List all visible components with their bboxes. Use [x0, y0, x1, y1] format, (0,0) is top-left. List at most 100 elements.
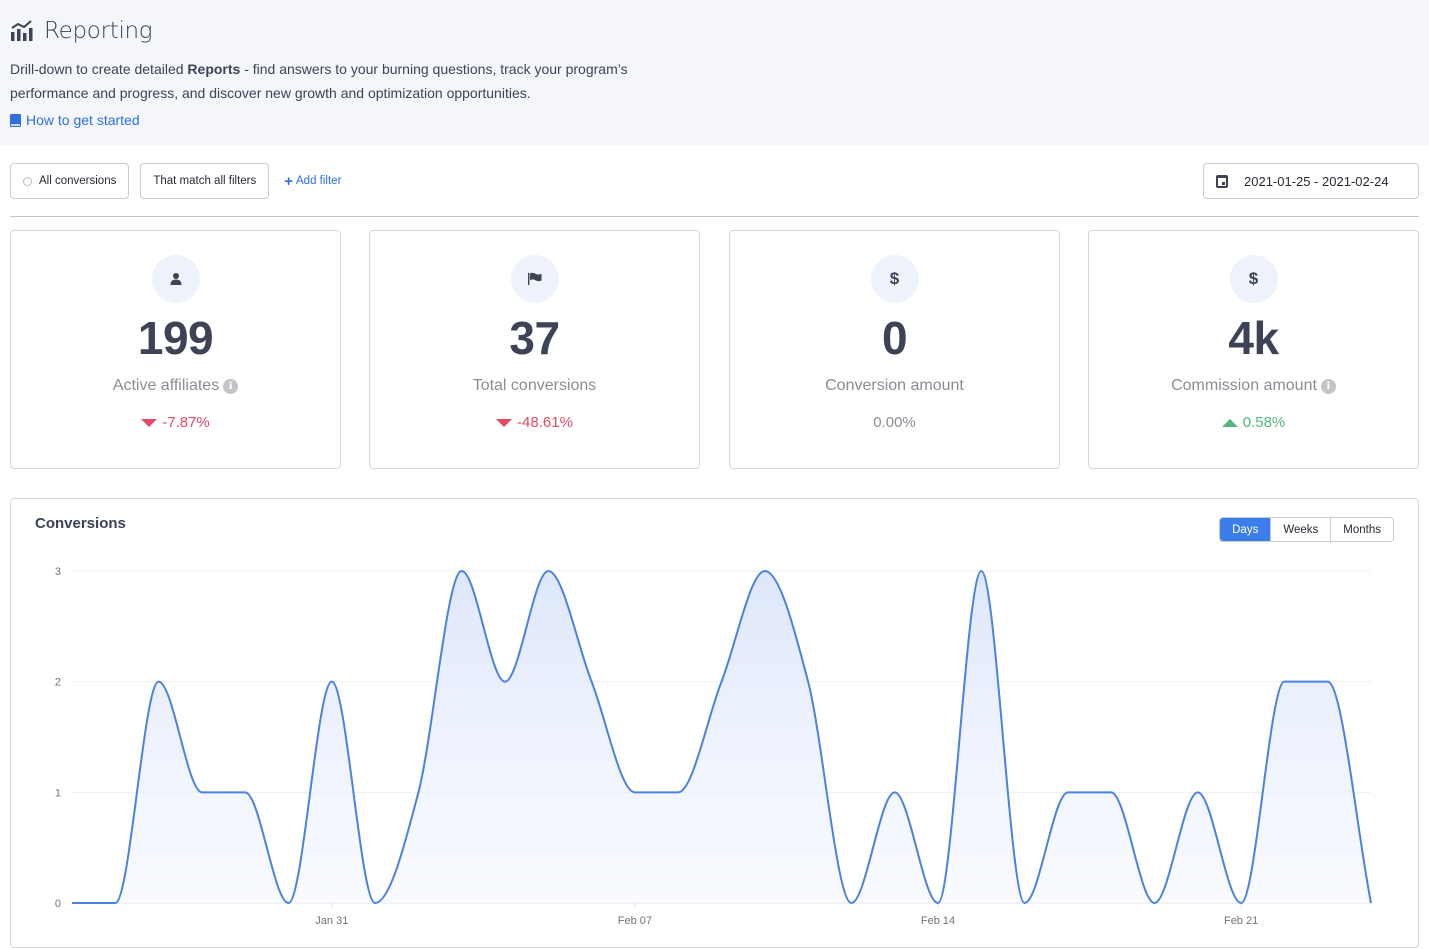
- data-point-feb-24[interactable]: [1367, 899, 1375, 907]
- stat-card-commission-amount: $ 4k Commission amount i 0.58%: [1088, 230, 1419, 469]
- data-point-feb-09[interactable]: [718, 678, 726, 686]
- stat-value: 4k: [1228, 312, 1279, 364]
- x-tick-label: Feb 07: [618, 915, 652, 927]
- description-text: Drill-down to create detailed: [10, 61, 188, 77]
- how-to-get-started-link[interactable]: How to get started: [10, 112, 140, 128]
- conversions-chart-card: 0 1 2 3 Jan 31 Feb 07 Feb 14 Feb 21 Conversion…: [10, 498, 1419, 948]
- stat-value: 0: [881, 312, 908, 364]
- divider: [10, 216, 1419, 217]
- stat-label: Total conversions: [370, 377, 699, 395]
- dollar-icon: $: [1229, 255, 1278, 303]
- triangle-down-icon: [496, 418, 513, 427]
- page-description: Drill-down to create detailed Reports - …: [10, 57, 690, 105]
- data-point-jan-29[interactable]: [241, 788, 249, 796]
- dollar-icon: $: [870, 255, 919, 303]
- conversions-area: [72, 571, 1371, 903]
- data-point-feb-21[interactable]: [1237, 899, 1245, 907]
- date-range-picker[interactable]: 2021-01-25 - 2021-02-24: [1203, 163, 1419, 199]
- data-point-feb-20[interactable]: [1194, 788, 1202, 796]
- chart-title: Conversions: [35, 515, 126, 532]
- stat-label-text: Total conversions: [472, 377, 597, 394]
- stat-value: 37: [509, 312, 560, 364]
- stat-label-text: Active affiliates: [112, 377, 220, 394]
- add-filter-button[interactable]: + Add filter: [284, 174, 341, 189]
- data-point-feb-17[interactable]: [1064, 788, 1072, 796]
- stat-change: 0.00%: [730, 414, 1059, 431]
- book-icon: [10, 113, 21, 127]
- data-point-feb-11[interactable]: [804, 678, 812, 686]
- stat-change-value: 0.00%: [873, 414, 916, 431]
- stat-change: -48.61%: [370, 414, 699, 431]
- data-point-feb-03[interactable]: [458, 567, 466, 575]
- stat-card-total-conversions: 37 Total conversions -48.61%: [369, 230, 700, 469]
- conversions-chart: 0 1 2 3 Jan 31 Feb 07 Feb 14 Feb 21: [55, 566, 1375, 927]
- data-point-feb-14[interactable]: [934, 899, 942, 907]
- stat-change-value: -7.87%: [162, 414, 210, 431]
- data-point-feb-02[interactable]: [414, 788, 422, 796]
- stat-label-text: Conversion amount: [825, 377, 964, 394]
- data-point-jan-27[interactable]: [155, 678, 163, 686]
- data-point-feb-08[interactable]: [674, 788, 682, 796]
- data-point-jan-28[interactable]: [198, 788, 206, 796]
- page-header: Reporting Drill-down to create detailed …: [0, 0, 1429, 145]
- data-point-feb-18[interactable]: [1107, 788, 1115, 796]
- data-point-feb-04[interactable]: [501, 678, 509, 686]
- y-axis: 0 1 2 3: [55, 566, 61, 910]
- match-all-label: That match all filters: [153, 175, 257, 187]
- data-point-jan-30[interactable]: [285, 899, 293, 907]
- y-tick-label: 0: [55, 898, 61, 910]
- weeks-button[interactable]: Weeks: [1270, 518, 1331, 541]
- data-point-feb-07[interactable]: [631, 788, 639, 796]
- match-all-filters-button[interactable]: That match all filters: [140, 163, 270, 199]
- info-icon[interactable]: i: [1320, 378, 1336, 394]
- all-conversions-button[interactable]: All conversions: [10, 163, 130, 199]
- stat-card-conversion-amount: $ 0 Conversion amount 0.00%: [729, 230, 1060, 469]
- plus-icon: +: [284, 172, 294, 190]
- description-bold: Reports: [187, 61, 241, 77]
- data-point-feb-05[interactable]: [544, 567, 552, 575]
- days-button[interactable]: Days: [1220, 518, 1271, 541]
- date-range-label: 2021-01-25 - 2021-02-24: [1244, 173, 1389, 189]
- x-axis: Jan 31 Feb 07 Feb 14 Feb 21: [315, 903, 1258, 927]
- flag-icon: [510, 255, 559, 303]
- stat-card-active-affiliates: 199 Active affiliates i -7.87%: [10, 230, 341, 469]
- title-row: Reporting: [10, 18, 153, 44]
- calendar-icon: [1216, 174, 1228, 188]
- help-link-label: How to get started: [26, 112, 140, 128]
- data-point-feb-01[interactable]: [371, 899, 379, 907]
- data-point-feb-15[interactable]: [977, 567, 985, 575]
- stat-change-value: -48.61%: [517, 414, 573, 431]
- filter-bar: All conversions That match all filters +…: [10, 163, 341, 199]
- add-filter-label: Add filter: [296, 175, 342, 187]
- y-tick-label: 1: [55, 787, 61, 799]
- granularity-toggle: Days Weeks Months: [1219, 517, 1394, 542]
- triangle-up-icon: [1221, 418, 1238, 427]
- stat-label: Conversion amount: [730, 377, 1059, 395]
- stat-value: 199: [137, 312, 214, 364]
- data-point-jan-26[interactable]: [111, 899, 119, 907]
- x-tick-label: Feb 21: [1224, 915, 1258, 927]
- y-tick-label: 3: [55, 566, 61, 578]
- data-point-jan-25[interactable]: [68, 899, 76, 907]
- months-button[interactable]: Months: [1330, 518, 1393, 541]
- user-icon: [151, 255, 200, 303]
- data-point-feb-12[interactable]: [847, 899, 855, 907]
- all-conversions-label: All conversions: [39, 175, 117, 187]
- radio-icon: [23, 176, 32, 186]
- stat-change: -7.87%: [11, 414, 340, 431]
- x-tick-label: Feb 14: [921, 915, 955, 927]
- data-point-feb-16[interactable]: [1021, 899, 1029, 907]
- data-point-feb-10[interactable]: [761, 567, 769, 575]
- data-point-jan-31[interactable]: [328, 678, 336, 686]
- info-icon[interactable]: i: [223, 378, 239, 394]
- data-point-feb-06[interactable]: [588, 678, 596, 686]
- data-point-feb-19[interactable]: [1151, 899, 1159, 907]
- stat-label-text: Commission amount: [1171, 377, 1317, 394]
- stat-label: Active affiliates i: [11, 377, 340, 395]
- data-point-feb-23[interactable]: [1324, 678, 1332, 686]
- stat-label: Commission amount i: [1089, 377, 1418, 395]
- y-tick-label: 2: [55, 677, 61, 689]
- stat-change-value: 0.58%: [1242, 414, 1286, 431]
- data-point-feb-22[interactable]: [1280, 678, 1288, 686]
- data-point-feb-13[interactable]: [891, 788, 899, 796]
